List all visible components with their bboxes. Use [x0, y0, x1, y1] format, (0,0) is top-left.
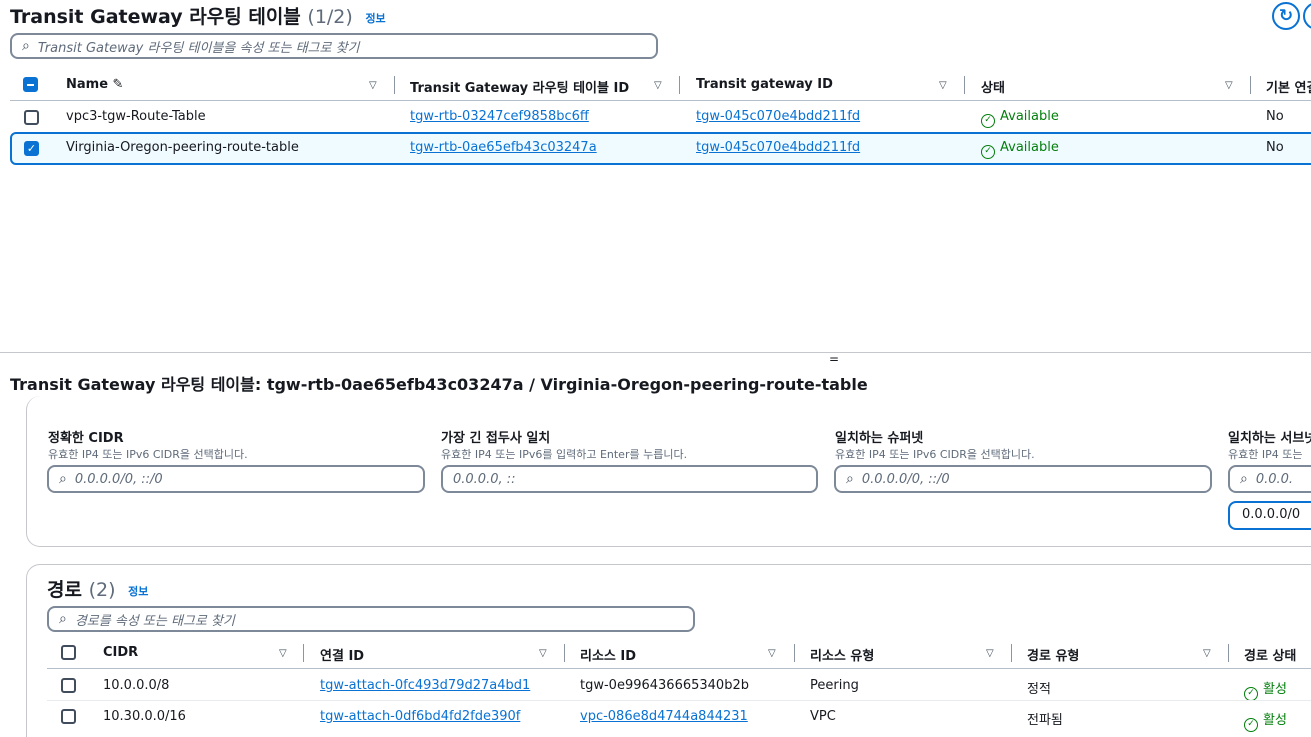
column-header-route-state[interactable]: 경로 상태: [1244, 645, 1296, 664]
route-state-badge: ✓ 활성: [1244, 709, 1287, 732]
search-icon: ⌕: [1240, 471, 1248, 487]
filter-token[interactable]: 0.0.0.0/0: [1228, 501, 1311, 530]
filter-desc: 유효한 IP4 또는: [1228, 448, 1303, 461]
check-circle-icon: ✓: [1244, 687, 1258, 701]
column-divider[interactable]: [679, 76, 680, 94]
route-type: 정적: [1027, 682, 1051, 697]
split-panel-divider[interactable]: [0, 352, 1311, 353]
column-header-status[interactable]: 상태: [981, 77, 1005, 96]
route-table-id-link[interactable]: tgw-rtb-03247cef9858bc6ff: [410, 109, 589, 124]
column-header-route-type[interactable]: 경로 유형: [1027, 645, 1079, 664]
info-link[interactable]: 정보: [365, 12, 385, 25]
route-cidr: 10.0.0.0/8: [103, 678, 170, 693]
route-table-name: Virginia-Oregon-peering-route-table: [66, 140, 299, 155]
sort-caret-icon[interactable]: ▽: [1225, 80, 1233, 91]
sort-caret-icon[interactable]: ▽: [768, 648, 776, 659]
drag-handle-icon[interactable]: =: [828, 353, 840, 365]
column-header-resource-id[interactable]: 리소스 ID: [580, 645, 636, 664]
route-type: 전파됨: [1027, 713, 1063, 728]
column-header-name[interactable]: Name ✎: [66, 77, 123, 92]
resource-id-link[interactable]: vpc-086e8d4744a844231: [580, 709, 748, 724]
exact-cidr-input[interactable]: ⌕ 0.0.0.0/0, ::/0: [47, 465, 425, 493]
column-divider[interactable]: [794, 644, 795, 662]
column-divider[interactable]: [1011, 644, 1012, 662]
supernet-input[interactable]: ⌕ 0.0.0.0/0, ::/0: [834, 465, 1212, 493]
check-circle-icon: ✓: [981, 145, 995, 159]
row-checkbox[interactable]: ✓: [24, 141, 39, 156]
select-all-checkbox[interactable]: [23, 77, 38, 92]
search-icon: ⌕: [22, 38, 30, 54]
title-text: Transit Gateway 라우팅 테이블: [10, 6, 301, 28]
filter-label-subnet: 일치하는 서브넷: [1228, 431, 1311, 446]
resource-type: Peering: [810, 678, 859, 693]
column-header-cidr[interactable]: CIDR: [103, 645, 138, 660]
route-cidr: 10.30.0.0/16: [103, 709, 186, 724]
refresh-icon[interactable]: ↻: [1272, 2, 1300, 30]
column-header-resource-type[interactable]: 리소스 유형: [810, 645, 874, 664]
default-association: No: [1266, 109, 1284, 124]
column-divider[interactable]: [1250, 76, 1251, 94]
sort-caret-icon[interactable]: ▽: [279, 648, 287, 659]
sort-caret-icon[interactable]: ▽: [369, 80, 377, 91]
column-header-attachment-id[interactable]: 연결 ID: [320, 645, 364, 664]
longest-prefix-input[interactable]: 0.0.0.0, ::: [441, 465, 818, 493]
attachment-id-link[interactable]: tgw-attach-0fc493d79d27a4bd1: [320, 678, 530, 693]
status-badge: ✓ Available: [981, 140, 1059, 159]
transit-gateway-id-link[interactable]: tgw-045c070e4bdd211fd: [696, 109, 860, 124]
routes-count: (2): [88, 579, 116, 601]
status-badge: ✓ Available: [981, 109, 1059, 128]
resource-id: tgw-0e996436665340b2b: [580, 678, 749, 693]
column-header-rtb-id[interactable]: Transit Gateway 라우팅 테이블 ID: [410, 77, 629, 96]
sort-caret-icon[interactable]: ▽: [986, 648, 994, 659]
sort-caret-icon[interactable]: ▽: [654, 80, 662, 91]
route-table-name: vpc3-tgw-Route-Table: [66, 109, 206, 124]
edit-icon[interactable]: ✎: [113, 77, 124, 92]
actions-button[interactable]: [1303, 2, 1311, 30]
filter-desc: 유효한 IP4 또는 IPv6 CIDR을 선택합니다.: [48, 448, 248, 461]
transit-gateway-id-link[interactable]: tgw-045c070e4bdd211fd: [696, 140, 860, 155]
check-circle-icon: ✓: [981, 114, 995, 128]
select-all-checkbox[interactable]: [61, 645, 76, 660]
route-state-badge: ✓ 활성: [1244, 678, 1287, 701]
column-header-default[interactable]: 기본 연결: [1266, 77, 1311, 96]
default-association: No: [1266, 140, 1284, 155]
filter-label-longest-prefix: 가장 긴 접두사 일치: [441, 431, 551, 446]
info-link[interactable]: 정보: [128, 585, 148, 598]
search-icon: ⌕: [59, 471, 67, 487]
filter-label-exact-cidr: 정확한 CIDR: [48, 431, 124, 446]
attachment-id-link[interactable]: tgw-attach-0df6bd4fd2fde390f: [320, 709, 520, 724]
column-divider[interactable]: [564, 644, 565, 662]
route-table-search-input[interactable]: ⌕ Transit Gateway 라우팅 테이블을 속성 또는 태그로 찾기: [10, 33, 658, 59]
search-placeholder: Transit Gateway 라우팅 테이블을 속성 또는 태그로 찾기: [37, 40, 360, 56]
column-header-tgw-id[interactable]: Transit gateway ID: [696, 77, 833, 92]
subnet-input[interactable]: ⌕ 0.0.0.: [1228, 465, 1311, 493]
search-icon: ⌕: [846, 471, 854, 487]
sort-caret-icon[interactable]: ▽: [939, 80, 947, 91]
filter-desc: 유효한 IP4 또는 IPv6 CIDR을 선택합니다.: [835, 448, 1035, 461]
detail-title: Transit Gateway 라우팅 테이블: tgw-rtb-0ae65ef…: [10, 375, 868, 394]
row-checkbox[interactable]: [24, 110, 39, 125]
column-divider[interactable]: [964, 76, 965, 94]
search-placeholder: 경로를 속성 또는 태그로 찾기: [74, 613, 235, 629]
resource-type: VPC: [810, 709, 836, 724]
row-checkbox[interactable]: [61, 709, 76, 724]
sort-caret-icon[interactable]: ▽: [1203, 648, 1211, 659]
column-divider[interactable]: [394, 76, 395, 94]
routes-search-input[interactable]: ⌕ 경로를 속성 또는 태그로 찾기: [47, 606, 695, 632]
search-icon: ⌕: [59, 611, 67, 627]
filter-desc: 유효한 IP4 또는 IPv6를 입력하고 Enter를 누릅니다.: [441, 448, 688, 461]
sort-caret-icon[interactable]: ▽: [539, 648, 547, 659]
check-circle-icon: ✓: [1244, 718, 1258, 732]
page-title: Transit Gateway 라우팅 테이블 (1/2) 정보: [10, 2, 386, 29]
filter-label-supernet: 일치하는 슈퍼넷: [835, 431, 924, 446]
column-divider[interactable]: [1228, 644, 1229, 662]
row-checkbox[interactable]: [61, 678, 76, 693]
routes-title: 경로 (2) 정보: [47, 579, 149, 601]
route-table-id-link[interactable]: tgw-rtb-0ae65efb43c03247a: [410, 140, 597, 155]
column-divider[interactable]: [303, 644, 304, 662]
selection-count: (1/2): [307, 6, 353, 28]
